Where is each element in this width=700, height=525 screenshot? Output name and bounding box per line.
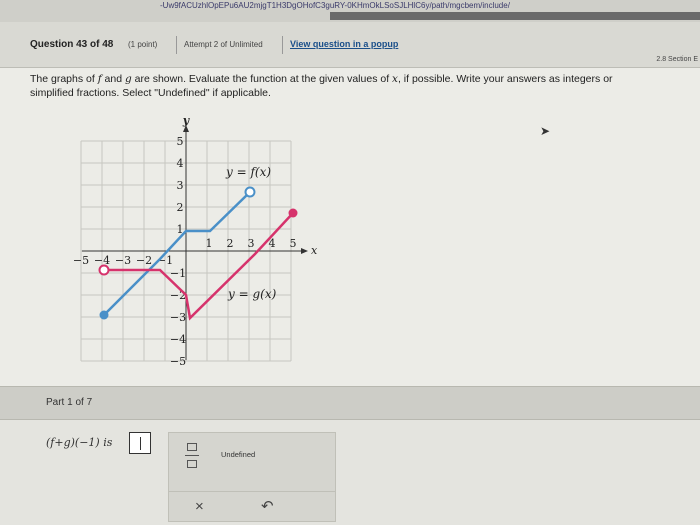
x-tick-label: 2 xyxy=(227,237,234,250)
y-tick-label: −5 xyxy=(170,355,186,368)
f-label: y = f(x) xyxy=(225,165,271,179)
y-tick-label: −4 xyxy=(170,333,186,346)
x-tick-label: 3 xyxy=(248,237,255,250)
x-tick-label: −3 xyxy=(115,254,131,267)
url-text: -Uw9fACUzhlOpEPu6AU2mjgT1H3DgOHofC3guRY-… xyxy=(160,1,510,10)
question-number: Question 43 of 48 xyxy=(30,39,114,50)
y-tick-label: −2 xyxy=(170,289,186,302)
undefined-button[interactable]: Undefined xyxy=(221,450,255,459)
function-graph: x y −5 −4 −3 −2 −11 2 3 4 554321−1−2−3−4−5 y = f… xyxy=(73,114,318,368)
y-tick-label: 3 xyxy=(177,179,184,192)
x-tick-label: 1 xyxy=(206,237,213,250)
question-header: Question 43 of 48 (1 point) Attempt 2 of… xyxy=(0,22,700,68)
fraction-bar-icon xyxy=(185,455,199,456)
fraction-button[interactable] xyxy=(183,442,201,472)
answer-input[interactable] xyxy=(129,432,151,454)
part-header: Part 1 of 7 xyxy=(0,386,700,420)
attempt-label: Attempt 2 of Unlimited xyxy=(184,40,263,49)
answer-area: (f+g)(−1) is Undefined × ↶ xyxy=(0,420,700,525)
fraction-numerator-icon xyxy=(187,443,197,451)
palette-actions: × ↶ xyxy=(169,491,335,521)
part-label: Part 1 of 7 xyxy=(46,397,93,408)
points-label: (1 point) xyxy=(128,40,158,49)
g-open-endpoint xyxy=(98,264,110,276)
question-content: The graphs of f and g are shown. Evaluat… xyxy=(0,68,700,386)
y-axis-label: y xyxy=(182,114,191,127)
section-label: 2.8 Section E xyxy=(656,56,698,63)
f-open-endpoint xyxy=(244,186,256,198)
x-tick-label: −5 xyxy=(73,254,89,267)
fraction-denominator-icon xyxy=(187,460,197,468)
divider xyxy=(282,36,283,54)
g-label: y = g(x) xyxy=(227,287,277,301)
answer-expression: (f+g)(−1) is xyxy=(46,436,112,449)
y-tick-label: 4 xyxy=(177,157,184,170)
divider xyxy=(176,36,177,54)
view-popup-link[interactable]: View question in a popup xyxy=(290,39,398,49)
clear-button[interactable]: × xyxy=(195,498,204,515)
x-axis-arrow-icon xyxy=(301,248,308,254)
expression-text: (f+g)(−1) is xyxy=(46,436,113,449)
g-closed-endpoint xyxy=(288,208,298,218)
x-tick-label: −2 xyxy=(136,254,152,267)
y-tick-label: −3 xyxy=(170,311,186,324)
y-tick-label: 5 xyxy=(177,135,184,148)
browser-url-bar[interactable]: -Uw9fACUzhlOpEPu6AU2mjgT1H3DgOHofC3guRY-… xyxy=(0,0,700,22)
x-tick-label: 5 xyxy=(290,237,297,250)
x-axis-label: x xyxy=(311,244,318,257)
progress-strip xyxy=(330,12,700,20)
undo-button[interactable]: ↶ xyxy=(261,497,274,515)
math-palette: Undefined × ↶ xyxy=(168,432,336,522)
f-closed-endpoint xyxy=(99,310,109,320)
y-tick-label: −1 xyxy=(170,267,186,280)
y-tick-label: 2 xyxy=(177,201,184,214)
text-caret xyxy=(140,437,141,450)
